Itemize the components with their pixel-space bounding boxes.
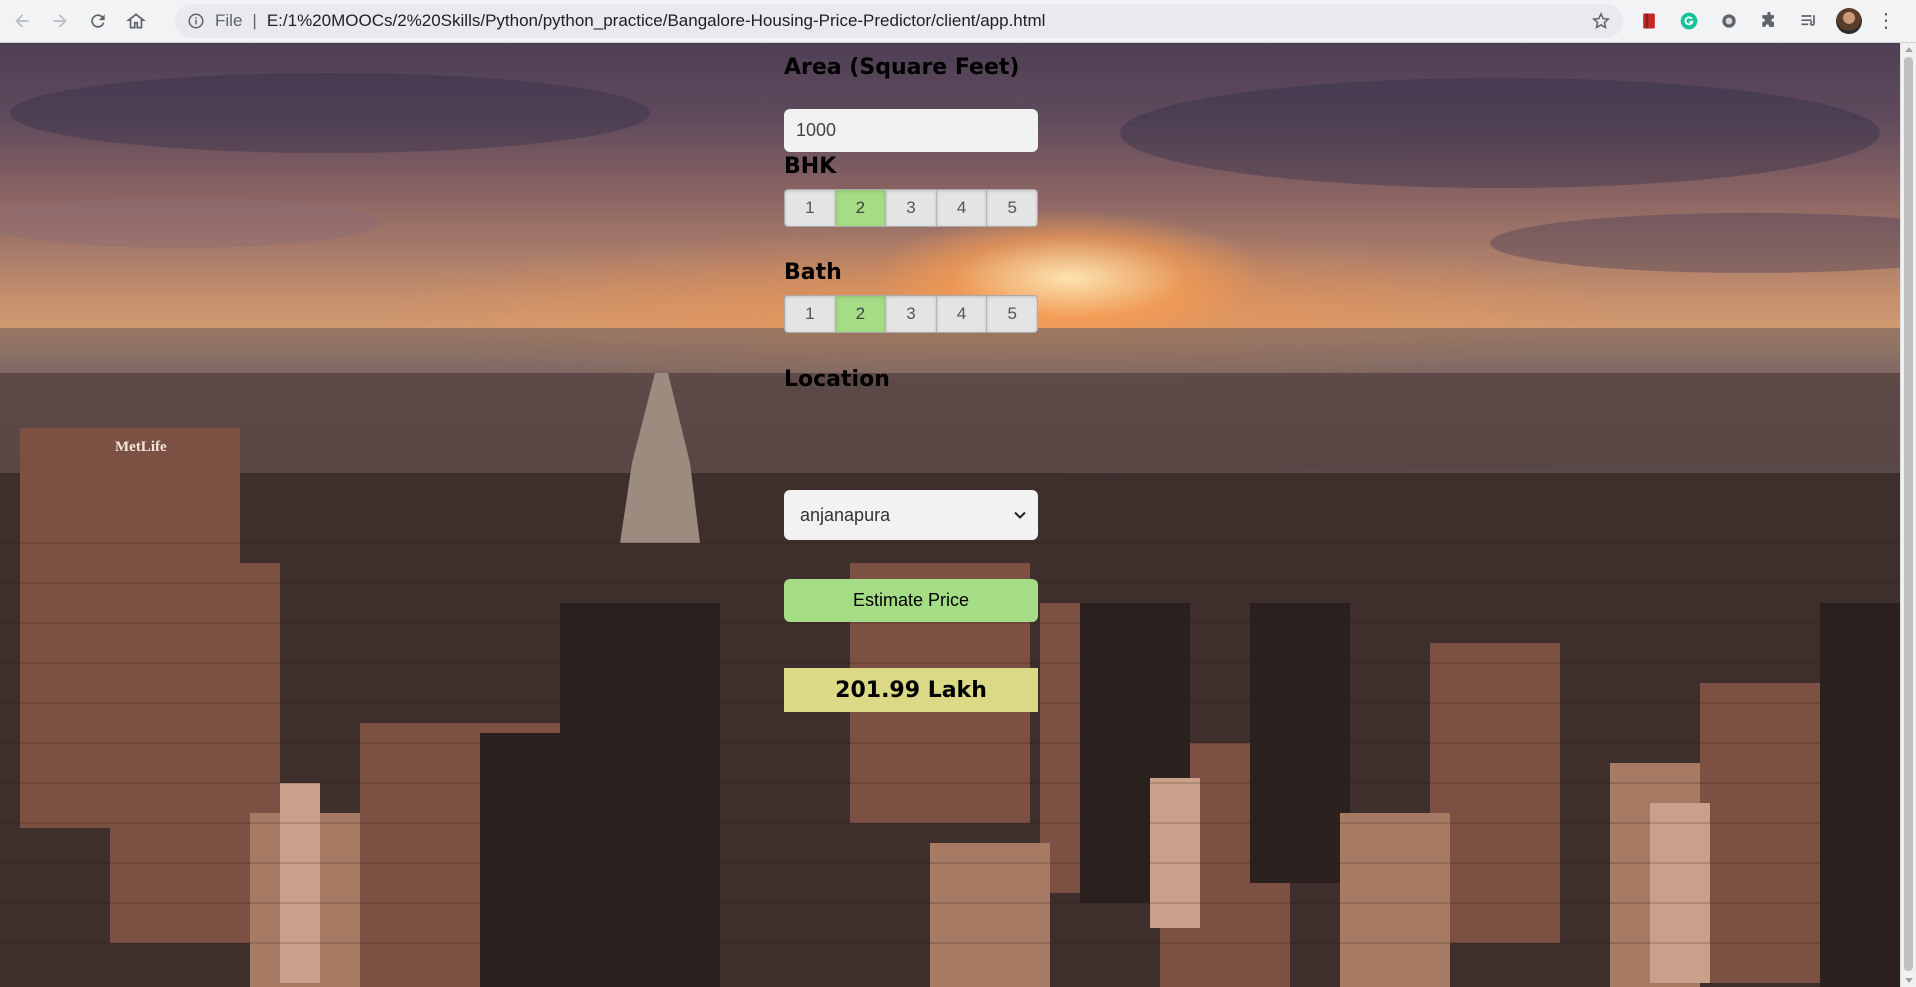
estimate-price-button[interactable]: Estimate Price [784,579,1038,622]
bhk-option[interactable]: 5 [987,190,1037,226]
location-label: Location [784,367,890,392]
location-select[interactable]: anjanapura [784,490,1038,540]
address-bar[interactable]: File | E:/1%20MOOCs/2%20Skills/Python/py… [175,4,1623,38]
bhk-switch-field: 1 2 3 4 5 [784,189,1038,227]
url-separator: | [252,11,257,30]
bath-option[interactable]: 2 [835,296,887,332]
grammarly-icon[interactable] [1676,8,1702,34]
bhk-label: BHK [784,154,837,179]
menu-icon[interactable]: ⋮ [1876,11,1896,31]
vertical-scrollbar[interactable] [1900,43,1916,987]
bhk-option[interactable]: 1 [785,190,836,226]
bhk-option[interactable]: 3 [886,190,937,226]
profile-avatar[interactable] [1836,8,1862,34]
area-label: Area (Square Feet) [784,55,1020,80]
info-icon[interactable] [187,12,205,30]
scroll-thumb[interactable] [1904,57,1913,971]
browser-toolbar: File | E:/1%20MOOCs/2%20Skills/Python/py… [0,0,1916,43]
home-icon[interactable] [120,5,152,37]
back-icon[interactable] [6,5,38,37]
metlife-sign: MetLife [115,439,167,455]
chevron-down-icon [1014,511,1026,519]
bath-option[interactable]: 4 [936,296,988,332]
bath-option[interactable]: 5 [987,296,1037,332]
reading-list-icon[interactable] [1796,8,1822,34]
circle-extension-icon[interactable] [1716,8,1742,34]
bath-switch-field: 1 2 3 4 5 [784,295,1038,333]
puzzle-extensions-icon[interactable] [1756,8,1782,34]
scroll-up-arrow-icon[interactable] [1905,47,1913,52]
bookmark-extension-icon[interactable] [1636,8,1662,34]
extension-icons: ⋮ [1636,6,1896,36]
page-background: MetLife Area (Square Feet) BHK 1 2 3 4 5… [0,43,1900,987]
bhk-option[interactable]: 4 [936,190,988,226]
star-icon[interactable] [1591,11,1611,31]
location-selected-value: anjanapura [800,504,891,525]
url-text[interactable]: E:/1%20MOOCs/2%20Skills/Python/python_pr… [267,11,1046,31]
bhk-option[interactable]: 2 [835,190,887,226]
reload-icon[interactable] [82,5,114,37]
bath-label: Bath [784,260,842,285]
area-input[interactable] [784,109,1038,152]
forward-icon[interactable] [44,5,76,37]
scroll-down-arrow-icon[interactable] [1905,978,1913,983]
url-scheme-label: File [215,11,243,30]
estimated-price-result: 201.99 Lakh [784,668,1038,712]
bath-option[interactable]: 1 [785,296,836,332]
bath-option[interactable]: 3 [886,296,937,332]
